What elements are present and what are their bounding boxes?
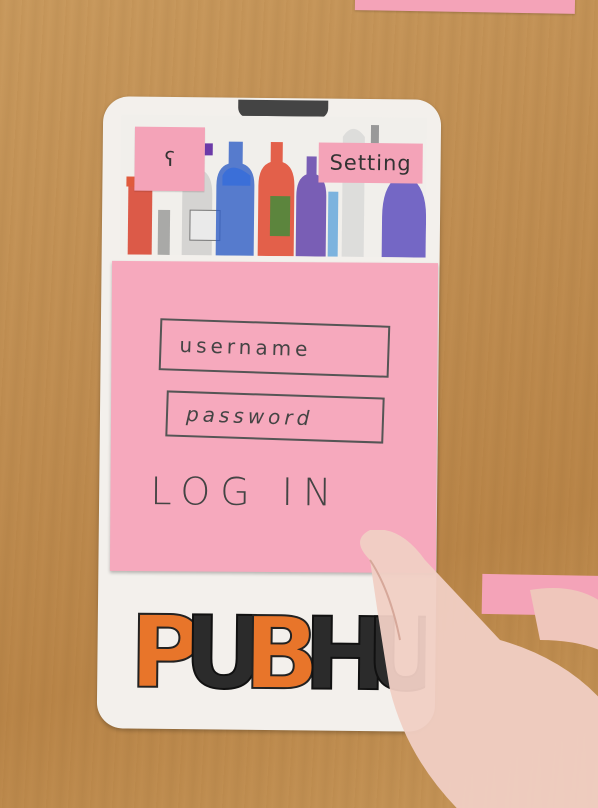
- password-field[interactable]: password: [165, 390, 385, 444]
- back-button[interactable]: ʕ: [134, 126, 205, 192]
- table-background: ʕ Setting P U B H U username password LO…: [0, 0, 598, 808]
- back-arrow-icon: ʕ: [164, 146, 175, 171]
- login-label: LOG IN: [150, 469, 342, 515]
- login-button[interactable]: LOG IN: [150, 461, 370, 523]
- settings-button[interactable]: Setting: [318, 142, 423, 184]
- login-panel: username password LOG IN: [109, 260, 439, 574]
- password-placeholder: password: [185, 402, 314, 431]
- username-placeholder: username: [179, 332, 312, 362]
- corner-sticky-note: [354, 0, 576, 14]
- settings-label: Setting: [329, 150, 412, 176]
- username-field[interactable]: username: [158, 318, 391, 378]
- pointing-finger: [360, 530, 598, 808]
